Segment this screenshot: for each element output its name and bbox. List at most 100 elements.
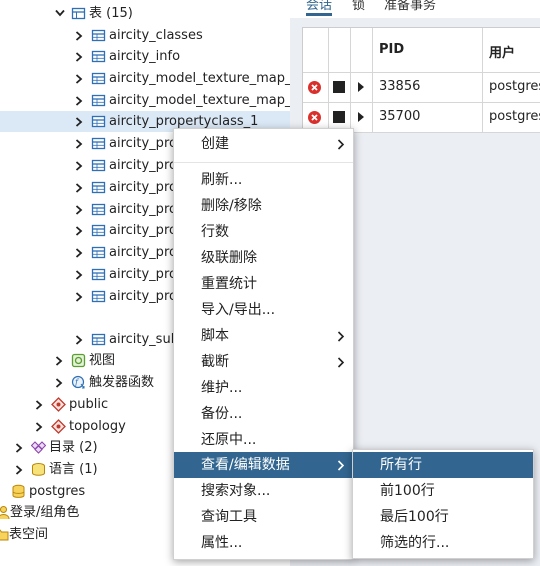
- menu-item-delete[interactable]: 删除/移除: [174, 193, 353, 219]
- expand-cell[interactable]: [350, 73, 373, 102]
- cancel-cell[interactable]: [328, 73, 351, 102]
- table-icon: [91, 93, 106, 108]
- user-cell: postgres: [489, 109, 540, 124]
- caret-right-icon[interactable]: [358, 112, 364, 122]
- chevron-right-icon[interactable]: [33, 394, 45, 415]
- database-icon: [11, 484, 26, 499]
- schema-icon: [51, 419, 66, 434]
- menu-divider: [174, 162, 353, 163]
- chevron-right-icon[interactable]: [73, 68, 85, 89]
- submenu-item-all-rows[interactable]: 所有行: [353, 452, 533, 478]
- pid-cell: 35700: [372, 103, 483, 132]
- tree-item-table[interactable]: aircity_classes: [0, 25, 290, 46]
- chevron-right-icon: [337, 331, 345, 342]
- table-group-icon: [71, 6, 86, 21]
- chevron-right-icon[interactable]: [73, 25, 85, 46]
- table-icon: [91, 114, 106, 129]
- menu-item-count-rows[interactable]: 行数: [174, 219, 353, 245]
- chevron-right-icon[interactable]: [33, 416, 45, 437]
- tree-node-label: public: [69, 397, 109, 412]
- chevron-right-icon[interactable]: [73, 177, 85, 198]
- views-icon: [71, 353, 86, 368]
- chevron-right-icon[interactable]: [73, 286, 85, 307]
- chevron-right-icon: [337, 357, 345, 368]
- tree-node-tables[interactable]: 表 (15): [0, 3, 290, 24]
- tree-node-label: 表 (15): [89, 6, 133, 21]
- table-name: aircity_info: [109, 49, 181, 64]
- chevron-right-icon[interactable]: [73, 90, 85, 111]
- chevron-right-icon[interactable]: [73, 264, 85, 285]
- chevron-right-icon[interactable]: [53, 372, 65, 393]
- grid-header-cell: [350, 28, 373, 72]
- table-icon: [91, 245, 106, 260]
- menu-item-scripts[interactable]: 脚本: [174, 323, 353, 349]
- tab-prepared-transactions[interactable]: 准备事务: [384, 0, 436, 13]
- chevron-right-icon[interactable]: [73, 329, 85, 350]
- table-icon: [91, 223, 106, 238]
- tree-item-table[interactable]: aircity_info: [0, 46, 290, 67]
- context-menu: 创建 刷新... 删除/移除 行数 级联删除 重置统计 导入/导出... 脚本 …: [173, 128, 354, 560]
- grid-header-user[interactable]: 用户: [482, 28, 540, 72]
- terminate-session-icon[interactable]: [307, 110, 322, 125]
- tree-item-table[interactable]: aircity_model_texture_map_5: [0, 90, 290, 111]
- chevron-right-icon: [337, 460, 345, 471]
- tree-node-label: postgres: [29, 484, 86, 499]
- grid-header-row: PID 用户: [303, 28, 540, 73]
- tree-node-label: 语言 (1): [49, 462, 98, 477]
- menu-item-search-objects[interactable]: 搜索对象...: [174, 478, 353, 504]
- menu-item-maintenance[interactable]: 维护...: [174, 375, 353, 401]
- tree-node-label: 视图: [89, 353, 116, 368]
- menu-item-reset-stats[interactable]: 重置统计: [174, 271, 353, 297]
- terminate-session-icon[interactable]: [307, 80, 322, 95]
- table-icon: [91, 267, 106, 282]
- table-icon: [91, 289, 106, 304]
- table-name: aircity_classes: [109, 28, 203, 43]
- table-icon: [91, 136, 106, 151]
- menu-item-create[interactable]: 创建: [174, 131, 353, 157]
- menu-item-cascade-delete[interactable]: 级联删除: [174, 245, 353, 271]
- chevron-right-icon[interactable]: [53, 350, 65, 371]
- table-name: aircity_model_texture_map_5: [109, 93, 290, 108]
- table-name: aircity_model_texture_map_4: [109, 71, 290, 86]
- chevron-right-icon[interactable]: [73, 220, 85, 241]
- chevron-right-icon[interactable]: [13, 459, 25, 480]
- grid-header-cell: [303, 28, 329, 72]
- menu-item-restore[interactable]: 还原中...: [174, 427, 353, 453]
- chevron-right-icon[interactable]: [73, 133, 85, 154]
- table-icon: [91, 71, 106, 86]
- menu-item-refresh[interactable]: 刷新...: [174, 167, 353, 193]
- menu-item-properties[interactable]: 属性...: [174, 530, 353, 556]
- grid-header-cell: [328, 28, 351, 72]
- cancel-query-icon[interactable]: [333, 111, 345, 123]
- terminate-cell[interactable]: [303, 73, 329, 102]
- chevron-right-icon[interactable]: [73, 111, 85, 132]
- chevron-right-icon[interactable]: [73, 199, 85, 220]
- menu-item-query-tool[interactable]: 查询工具: [174, 504, 353, 530]
- tree-item-table[interactable]: aircity_model_texture_map_4: [0, 68, 290, 89]
- menu-item-view-edit-data[interactable]: 查看/编辑数据: [174, 452, 353, 478]
- menu-item-truncate[interactable]: 截断: [174, 349, 353, 375]
- menu-item-import-export[interactable]: 导入/导出...: [174, 297, 353, 323]
- tree-node-label: 触发器函数: [89, 375, 155, 390]
- tab-locks[interactable]: 锁: [352, 0, 365, 13]
- cancel-query-icon[interactable]: [333, 81, 345, 93]
- submenu-item-last-100-rows[interactable]: 最后100行: [353, 504, 533, 530]
- submenu-item-first-100-rows[interactable]: 前100行: [353, 478, 533, 504]
- sessions-grid: PID 用户 33856 postgres 35700 postgres: [302, 27, 540, 133]
- menu-item-backup[interactable]: 备份...: [174, 401, 353, 427]
- submenu-item-filtered-rows[interactable]: 筛选的行...: [353, 530, 533, 556]
- grid-header-pid[interactable]: PID: [372, 28, 483, 72]
- chevron-down-icon[interactable]: [53, 3, 65, 24]
- chevron-right-icon[interactable]: [73, 46, 85, 67]
- chevron-right-icon[interactable]: [73, 242, 85, 263]
- tab-sessions[interactable]: 会话: [306, 0, 333, 16]
- chevron-right-icon: [337, 139, 345, 150]
- user-cell: postgres: [489, 79, 540, 94]
- trigger-function-icon: f: [71, 375, 86, 390]
- panel-tabs: 会话 锁 准备事务: [290, 0, 540, 18]
- table-icon: [91, 332, 106, 347]
- chevron-right-icon[interactable]: [73, 155, 85, 176]
- table-icon: [91, 180, 106, 195]
- chevron-right-icon[interactable]: [13, 437, 25, 458]
- caret-right-icon[interactable]: [358, 82, 364, 92]
